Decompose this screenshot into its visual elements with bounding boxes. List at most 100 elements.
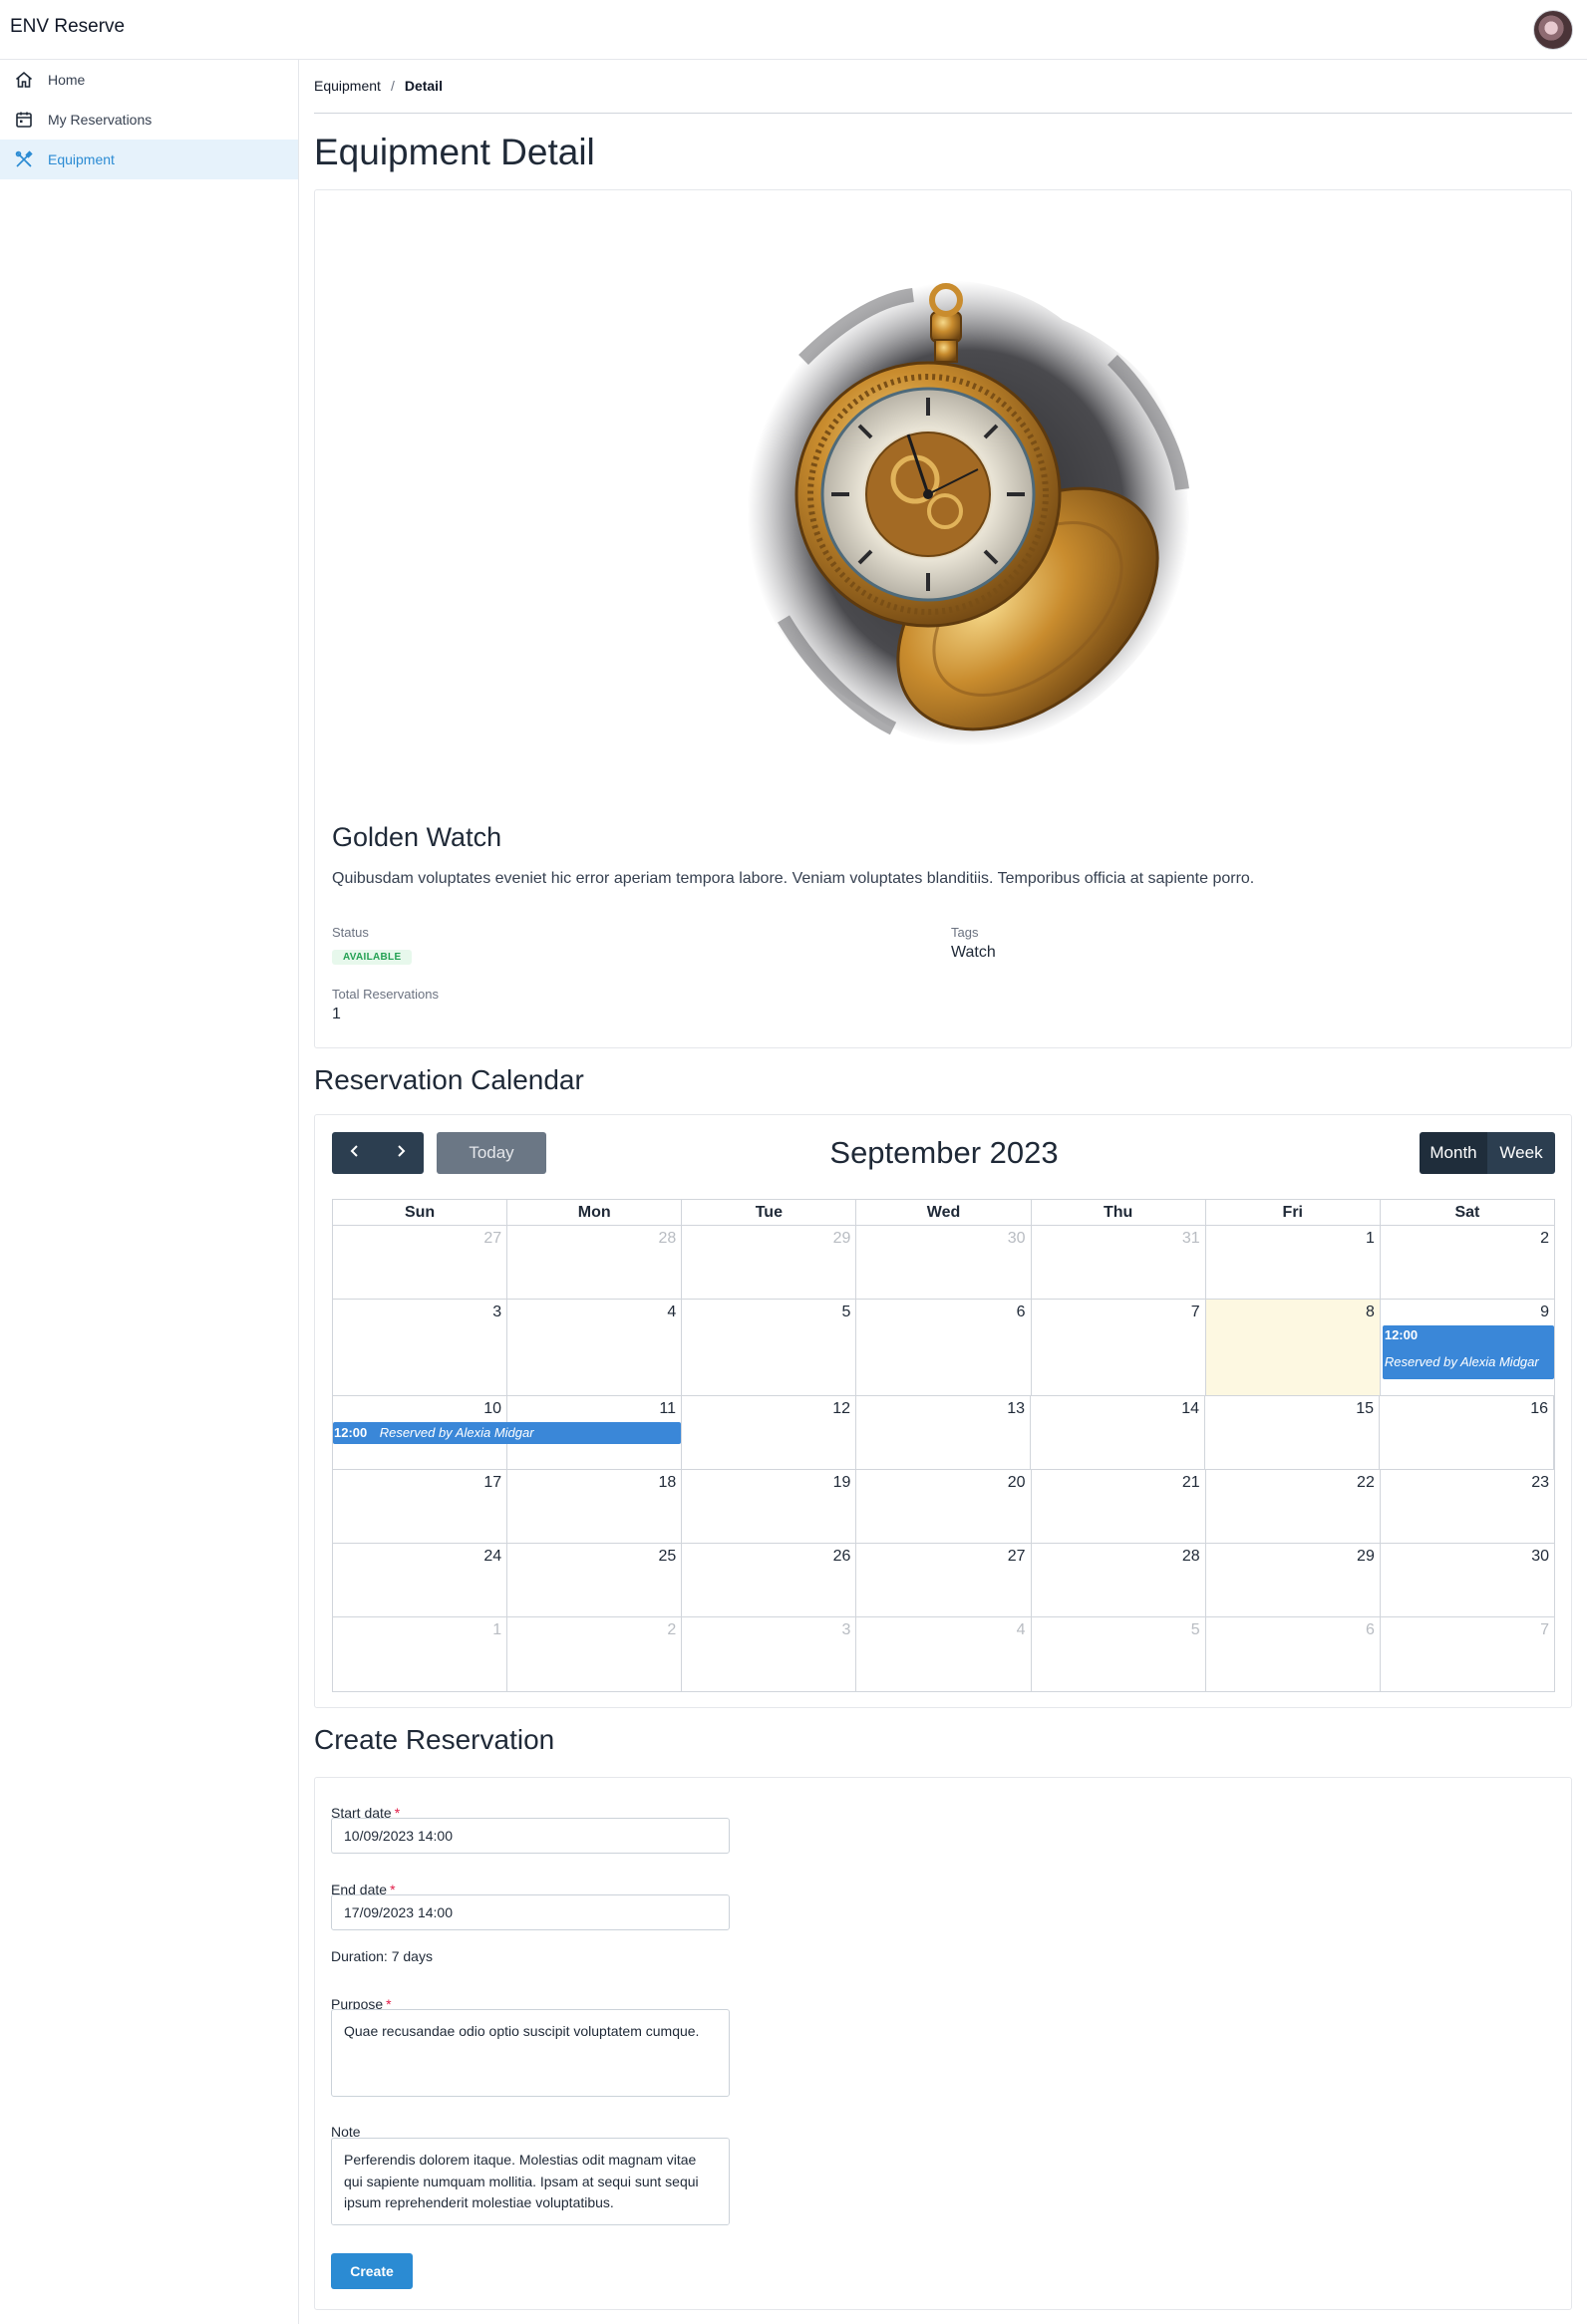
day-number: 4 <box>1016 1621 1026 1638</box>
weekday-header: Tue <box>682 1200 857 1225</box>
calendar-day[interactable]: 29 <box>682 1226 857 1299</box>
calendar-day[interactable]: 3 <box>333 1300 508 1395</box>
status-badge: AVAILABLE <box>332 950 413 965</box>
calendar-day[interactable]: 12 <box>682 1396 856 1469</box>
day-number: 5 <box>841 1304 851 1320</box>
day-number: 30 <box>1007 1230 1026 1247</box>
view-toggle: Month Week <box>1420 1132 1555 1174</box>
avatar[interactable] <box>1533 10 1573 50</box>
day-number: 25 <box>658 1548 677 1565</box>
calendar-day[interactable]: 1 <box>333 1617 508 1691</box>
today-button[interactable]: Today <box>437 1132 546 1174</box>
total-reservations-value: 1 <box>332 1006 341 1022</box>
sidebar-item-home[interactable]: Home <box>0 60 298 100</box>
prev-month-button[interactable] <box>332 1132 378 1174</box>
chevron-left-icon <box>348 1144 362 1163</box>
calendar-day[interactable]: 13 <box>856 1396 1031 1469</box>
breadcrumb-equipment-link[interactable]: Equipment <box>314 78 381 94</box>
sidebar-item-my-reservations[interactable]: My Reservations <box>0 100 298 140</box>
day-number: 2 <box>1540 1230 1549 1247</box>
sidebar-item-equipment[interactable]: Equipment <box>0 140 298 179</box>
calendar-day[interactable]: 5 <box>682 1300 857 1395</box>
week-view-button[interactable]: Week <box>1487 1132 1555 1174</box>
month-view-button[interactable]: Month <box>1420 1132 1487 1174</box>
event-time: 12:00 <box>1384 1327 1419 1342</box>
breadcrumb-current: Detail <box>404 78 443 94</box>
day-number: 8 <box>1365 1304 1375 1320</box>
calendar-day[interactable]: 19 <box>682 1470 857 1543</box>
day-number: 28 <box>658 1230 677 1247</box>
calendar-day[interactable]: 4 <box>856 1617 1032 1691</box>
day-number: 27 <box>1007 1548 1026 1565</box>
page-title: Equipment Detail <box>314 132 595 172</box>
calendar-day[interactable]: 22 <box>1206 1470 1381 1543</box>
reservation-event[interactable]: 12:00 Reserved by Alexia Midgar <box>1382 1325 1554 1379</box>
calendar-day[interactable]: 14 <box>1031 1396 1205 1469</box>
equipment-detail-card: Golden Watch Quibusdam voluptates evenie… <box>314 189 1572 1048</box>
calendar-day[interactable]: 25 <box>507 1544 683 1616</box>
calendar-day[interactable]: 26 <box>682 1544 857 1616</box>
breadcrumb: Equipment / Detail <box>314 78 443 94</box>
reservation-event[interactable]: 12:00 Reserved by Alexia Midgar <box>333 1422 681 1444</box>
calendar-week: 24 25 26 27 28 29 30 <box>333 1544 1554 1617</box>
calendar-day[interactable]: 30 <box>856 1226 1032 1299</box>
total-reservations-label: Total Reservations <box>332 987 439 1002</box>
note-field[interactable]: Perferendis dolorem itaque. Molestias od… <box>331 2138 730 2225</box>
day-number: 29 <box>1357 1548 1375 1565</box>
end-date-field[interactable] <box>331 1894 730 1930</box>
equipment-name: Golden Watch <box>332 822 502 852</box>
calendar-day[interactable]: 16 <box>1380 1396 1554 1469</box>
day-number: 4 <box>667 1304 677 1320</box>
calendar-day[interactable]: 5 <box>1032 1617 1206 1691</box>
calendar-day[interactable]: 23 <box>1381 1470 1554 1543</box>
calendar-day[interactable]: 20 <box>856 1470 1032 1543</box>
calendar-day[interactable]: 15 <box>1205 1396 1380 1469</box>
calendar-day[interactable]: 29 <box>1206 1544 1381 1616</box>
calendar-day[interactable]: 24 <box>333 1544 508 1616</box>
calendar-day[interactable]: 30 <box>1381 1544 1554 1616</box>
calendar-day[interactable]: 17 <box>333 1470 508 1543</box>
day-number: 11 <box>659 1400 676 1417</box>
weekday-header-row: Sun Mon Tue Wed Thu Fri Sat <box>333 1200 1554 1226</box>
calendar-week: 10 11 12 13 14 15 16 12:00 Reserved by A… <box>333 1396 1554 1470</box>
next-month-button[interactable] <box>378 1132 424 1174</box>
weekday-header: Thu <box>1032 1200 1206 1225</box>
calendar-day[interactable]: 7 <box>1032 1300 1206 1395</box>
day-number: 19 <box>832 1474 851 1491</box>
calendar-day[interactable]: 9 12:00 Reserved by Alexia Midgar <box>1381 1300 1554 1395</box>
calendar-day[interactable]: 27 <box>333 1226 508 1299</box>
calendar-day[interactable]: 6 <box>1206 1617 1381 1691</box>
day-number: 22 <box>1357 1474 1375 1491</box>
calendar-heading: Reservation Calendar <box>314 1064 584 1095</box>
day-number: 13 <box>1007 1400 1025 1417</box>
day-number: 17 <box>483 1474 502 1491</box>
day-number: 9 <box>1540 1304 1549 1320</box>
equipment-description: Quibusdam voluptates eveniet hic error a… <box>332 870 1255 887</box>
top-bar: ENV Reserve <box>0 0 1587 60</box>
calendar-day[interactable]: 28 <box>507 1226 683 1299</box>
day-number: 15 <box>1356 1400 1374 1417</box>
calendar-day[interactable]: 28 <box>1032 1544 1206 1616</box>
calendar-day[interactable]: 1 <box>1206 1226 1381 1299</box>
purpose-field[interactable]: Quae recusandae odio optio suscipit volu… <box>331 2009 730 2097</box>
calendar-day[interactable]: 18 <box>507 1470 683 1543</box>
calendar-day[interactable]: 3 <box>682 1617 857 1691</box>
calendar-day[interactable]: 27 <box>856 1544 1032 1616</box>
calendar-day[interactable]: 4 <box>507 1300 683 1395</box>
divider <box>314 113 1572 114</box>
calendar-day[interactable]: 6 <box>856 1300 1032 1395</box>
calendar-day-today[interactable]: 8 <box>1205 1300 1381 1395</box>
calendar-day[interactable]: 31 <box>1032 1226 1206 1299</box>
calendar-day[interactable]: 2 <box>507 1617 683 1691</box>
tags-label: Tags <box>951 925 979 940</box>
chevron-right-icon <box>394 1144 408 1163</box>
calendar-day[interactable]: 2 <box>1381 1226 1554 1299</box>
create-button[interactable]: Create <box>331 2253 413 2289</box>
calendar-nav <box>332 1132 424 1174</box>
day-number: 1 <box>1365 1230 1375 1247</box>
calendar-day[interactable]: 21 <box>1032 1470 1206 1543</box>
home-icon <box>14 70 34 90</box>
calendar-day[interactable]: 7 <box>1381 1617 1554 1691</box>
start-date-field[interactable] <box>331 1818 730 1854</box>
calendar-week: 1 2 3 4 5 6 7 <box>333 1617 1554 1691</box>
